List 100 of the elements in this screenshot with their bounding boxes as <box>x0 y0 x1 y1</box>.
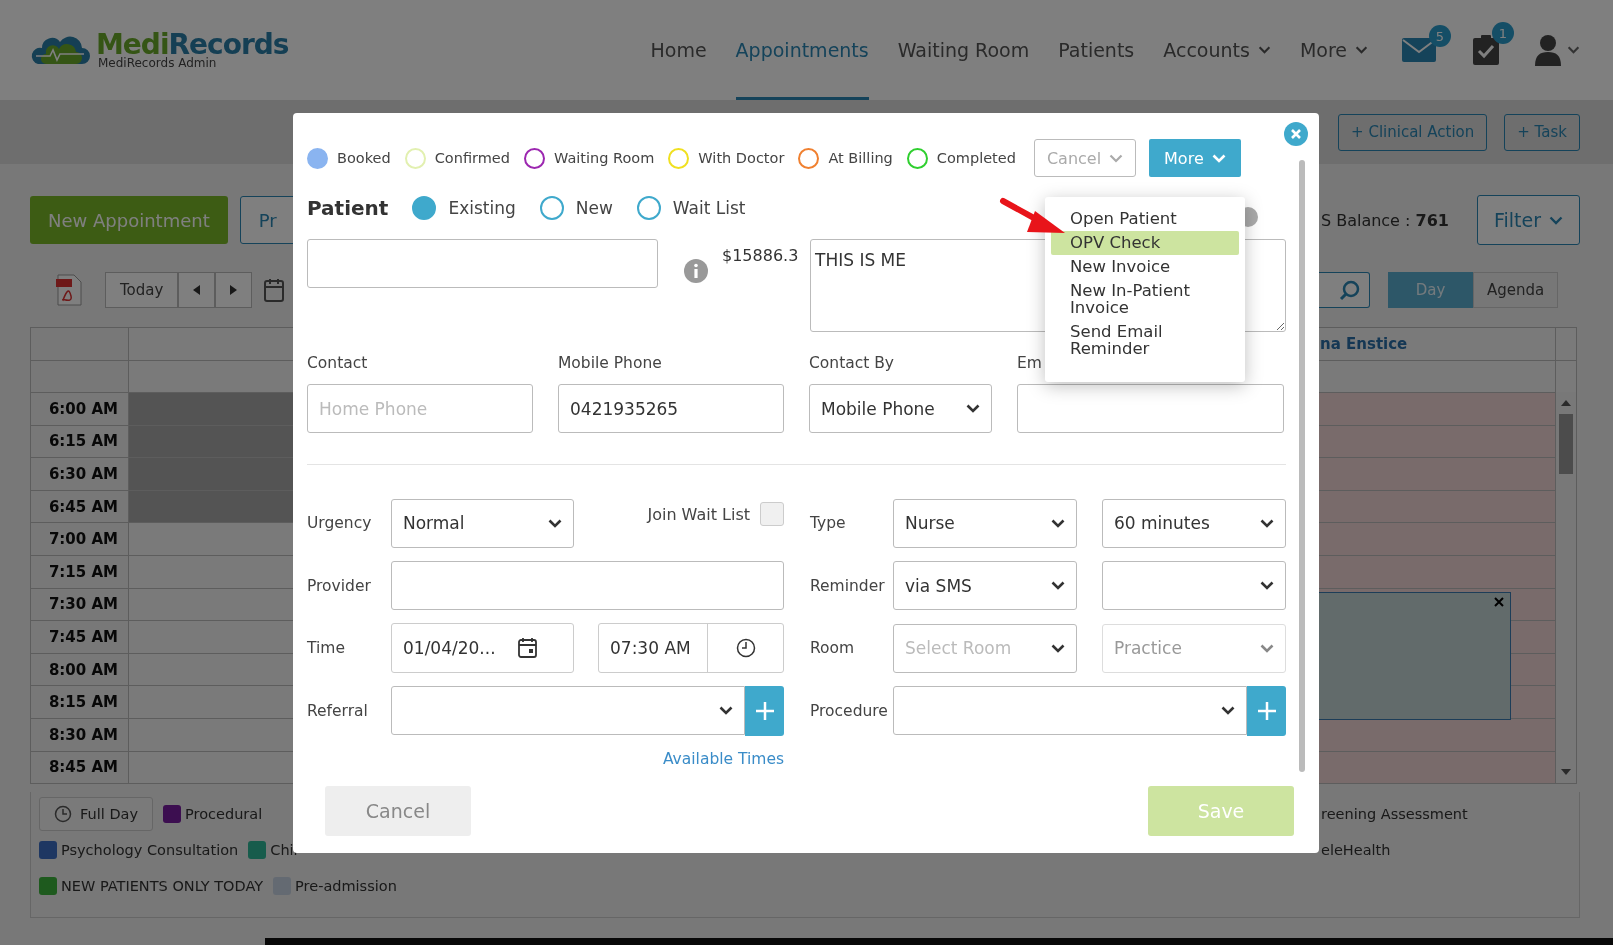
search-icon <box>1339 279 1361 301</box>
status-radio[interactable] <box>307 147 328 169</box>
legend-label: Procedural <box>185 806 263 823</box>
logo-subtitle: MediRecords Admin <box>97 57 218 69</box>
new-appointment-button[interactable]: New Appointment <box>30 196 228 244</box>
field-label: Em <box>1017 354 1043 374</box>
phone-number-field[interactable]: 0421935265 <box>558 384 784 433</box>
radio-label: Existing <box>448 197 516 218</box>
available-times-link[interactable]: Available Times <box>662 749 784 768</box>
scrollbar[interactable] <box>1299 160 1305 772</box>
field-label: Type <box>810 514 847 532</box>
field-label: Procedure <box>810 701 889 720</box>
notification-badge: 5 <box>1429 25 1451 47</box>
calendar-icon[interactable] <box>264 278 285 302</box>
provider-field[interactable] <box>391 561 784 610</box>
dropdown-field[interactable]: 60 minutes <box>1102 498 1286 548</box>
nav-link[interactable]: More <box>1299 0 1368 100</box>
toolbar-button[interactable]: + Task <box>1504 113 1580 151</box>
field-label: Reminder <box>810 576 886 595</box>
status-radio[interactable] <box>798 147 820 169</box>
scrollbar-thumb[interactable] <box>1559 414 1573 474</box>
radio-label: Wait List <box>672 197 746 218</box>
chevron-down-icon <box>1051 518 1065 528</box>
balance-text: S Balance : 761 <box>1320 210 1449 230</box>
dropdown-field[interactable]: Normal <box>391 498 574 548</box>
status-label: At Billing <box>828 150 893 166</box>
checkbox[interactable] <box>760 502 784 526</box>
toolbar-button[interactable]: + Clinical Action <box>1338 113 1488 151</box>
nav-link[interactable]: Home <box>650 0 707 100</box>
dropdown-field[interactable] <box>1102 561 1286 610</box>
chevron-down-icon <box>1051 643 1065 653</box>
add-button[interactable] <box>745 685 784 736</box>
radio-button[interactable] <box>412 195 437 220</box>
filter-button[interactable]: Filter <box>1476 195 1580 245</box>
chevron-down-icon <box>1211 153 1226 163</box>
field-label: Contact By <box>809 354 896 374</box>
full-day-button[interactable]: Full Day <box>39 797 154 832</box>
phone-field[interactable]: Home Phone <box>307 384 533 433</box>
today-button[interactable]: Today <box>105 272 179 308</box>
nav-link[interactable]: Patients <box>1058 0 1135 100</box>
scroll-up-icon <box>1561 400 1571 406</box>
chevron-down-icon <box>1257 46 1271 54</box>
legend-label: eleHealth <box>1320 842 1391 859</box>
chevron-down-icon <box>1549 215 1563 225</box>
status-label: With Doctor <box>698 150 785 166</box>
date-field[interactable]: 01/04/20... <box>391 623 574 673</box>
email-field[interactable] <box>1017 384 1284 433</box>
previous-button[interactable] <box>178 272 216 308</box>
more-button[interactable]: More <box>1148 139 1241 177</box>
dropdown-field[interactable]: Practice <box>1102 623 1286 673</box>
field-label: Urgency <box>307 514 373 532</box>
dropdown-field[interactable] <box>893 685 1247 735</box>
chevron-down-icon <box>1260 643 1274 653</box>
status-dropdown[interactable]: Cancel <box>1033 139 1136 177</box>
user-icon[interactable] <box>1535 34 1561 66</box>
chevron-down-icon <box>1260 581 1274 590</box>
status-label: Waiting Room <box>554 150 655 166</box>
time-field[interactable]: 07:30 AM <box>598 623 784 673</box>
status-radio[interactable] <box>524 147 545 169</box>
radio-button[interactable] <box>539 195 564 220</box>
view-tab[interactable]: Agenda <box>1473 272 1558 308</box>
close-icon[interactable] <box>1284 122 1308 146</box>
add-button[interactable] <box>1247 685 1286 736</box>
cancel-button[interactable]: Cancel <box>325 785 471 836</box>
mail-icon[interactable] <box>1401 37 1437 63</box>
status-label: Booked <box>337 150 391 166</box>
dropdown-field[interactable] <box>391 685 745 735</box>
chevron-down-icon <box>1260 518 1274 528</box>
chevron-down-icon <box>719 705 733 715</box>
field-label: Provider <box>307 576 372 595</box>
clipboard-check-icon[interactable] <box>1472 34 1500 66</box>
next-button[interactable] <box>215 272 253 308</box>
dropdown-field[interactable]: via SMS <box>893 561 1077 610</box>
menu-item[interactable]: OPV Check <box>1051 231 1239 255</box>
notification-badge: 1 <box>1492 22 1514 44</box>
dropdown-field[interactable]: Nurse <box>893 498 1077 548</box>
close-icon[interactable] <box>1494 597 1504 607</box>
menu-item[interactable]: New Invoice <box>1051 255 1239 279</box>
legend-label: reening Assessment <box>1320 806 1468 823</box>
menu-item[interactable]: New In-Patient Invoice <box>1051 279 1239 320</box>
chevron-down-icon <box>548 518 562 528</box>
patient-search-field[interactable] <box>307 239 658 288</box>
plus-icon <box>754 700 775 721</box>
status-label: Confirmed <box>434 150 510 166</box>
dropdown-field[interactable]: Mobile Phone <box>809 384 992 433</box>
pdf-icon[interactable] <box>55 274 83 306</box>
chevron-down-icon <box>1355 46 1368 54</box>
patient-balance: $15886.3 <box>722 246 800 267</box>
dropdown-field[interactable]: Select Room <box>893 623 1077 673</box>
caret-left-icon <box>193 285 201 295</box>
radio-button[interactable] <box>636 195 661 220</box>
status-radio[interactable] <box>906 147 928 169</box>
menu-item[interactable]: Send Email Reminder <box>1051 320 1239 361</box>
legend-label: NEW PATIENTS ONLY TODAY <box>61 878 264 895</box>
info-icon[interactable] <box>684 259 708 283</box>
nav-link[interactable]: Accounts <box>1163 0 1271 100</box>
nav-link[interactable]: Waiting Room <box>897 0 1030 100</box>
menu-item[interactable]: Open Patient <box>1051 207 1239 231</box>
field-label: Room <box>810 639 856 657</box>
chevron-down-icon <box>966 404 980 413</box>
